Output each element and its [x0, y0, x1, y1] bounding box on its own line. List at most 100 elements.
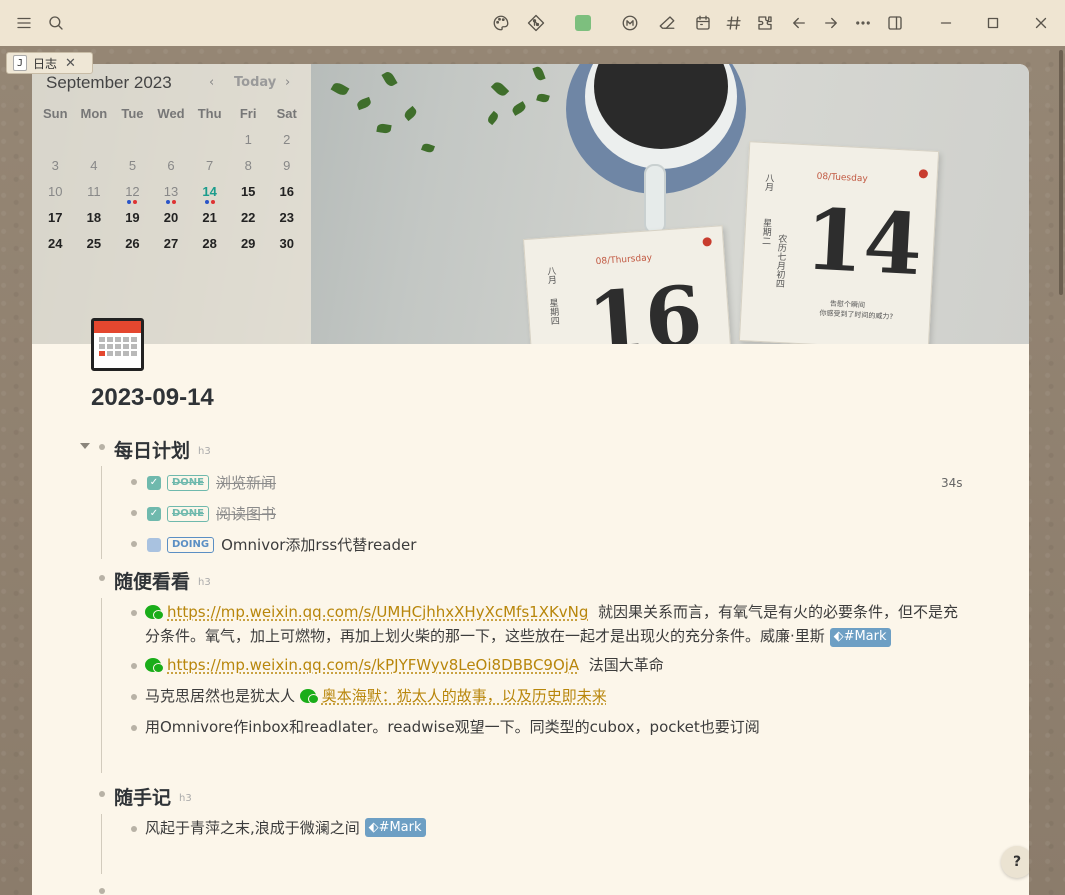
calendar-day-today[interactable]: 14	[190, 180, 229, 208]
calendar-day[interactable]: 12	[113, 182, 152, 208]
menu-icon[interactable]	[12, 11, 36, 35]
minimize-icon[interactable]	[934, 11, 958, 35]
calendar-weekday-row: Sun Mon Tue Wed Thu Fri Sat	[36, 104, 306, 130]
calendar-day[interactable]: 24	[36, 234, 75, 260]
eraser-icon[interactable]	[655, 11, 679, 35]
block-bullet[interactable]	[131, 725, 137, 731]
list-item[interactable]: 风起于青萍之末,浪成于微澜之间 ⬖ #Mark	[145, 817, 426, 838]
heading-browse[interactable]: 随便看看 h3	[114, 567, 211, 594]
markdown-icon[interactable]	[618, 11, 642, 35]
palette-icon[interactable]	[489, 11, 513, 35]
item-text: 马克思居然也是犹太人	[145, 687, 296, 705]
close-window-icon[interactable]	[1029, 11, 1053, 35]
page-title[interactable]: 2023-09-14	[91, 384, 214, 412]
git-icon[interactable]	[524, 11, 548, 35]
more-icon[interactable]	[851, 11, 875, 35]
heading-daily-plan[interactable]: 每日计划 h3	[114, 436, 211, 463]
calendar-icon[interactable]	[691, 11, 715, 35]
calendar-day[interactable]: 18	[75, 208, 114, 234]
list-item[interactable]: 用Omnivore作inbox和readlater。readwise观望一下。同…	[145, 716, 760, 737]
task-item[interactable]: DONE 阅读图书	[147, 503, 276, 524]
calendar-day[interactable]: 11	[75, 182, 114, 208]
checkbox-checked[interactable]	[147, 475, 161, 490]
article-link[interactable]: https://mp.weixin.qq.com/s/kPJYFWyv8LeOi…	[167, 656, 579, 674]
block-bullet[interactable]	[131, 663, 137, 669]
collapse-caret-icon[interactable]	[80, 443, 90, 449]
checkbox-unchecked[interactable]	[147, 537, 161, 552]
calendar-day[interactable]: 17	[36, 208, 75, 234]
block-bullet[interactable]	[99, 444, 105, 450]
weekday-label: Tue	[121, 106, 144, 121]
calendar-day[interactable]: 20	[152, 208, 191, 234]
calendar-day[interactable]: 30	[267, 234, 306, 260]
block-bullet[interactable]	[99, 575, 105, 581]
calendar-prev-icon[interactable]: ‹	[209, 75, 214, 90]
calendar-day[interactable]: 13	[152, 182, 191, 208]
task-item[interactable]: DONE 浏览新闻	[147, 472, 276, 493]
calendar-day[interactable]: 19	[113, 208, 152, 234]
window-scrollbar[interactable]	[1059, 50, 1063, 295]
item-text: 用Omnivore作inbox和readlater。readwise观望一下。同…	[145, 718, 760, 736]
calendar-day[interactable]: 22	[229, 208, 268, 234]
back-arrow-icon[interactable]	[787, 11, 811, 35]
task-text: Omnivor添加rss代替reader	[221, 536, 417, 554]
calendar-day[interactable]: 21	[190, 208, 229, 234]
calendar-today-button[interactable]: Today	[234, 75, 276, 90]
calendar-day[interactable]: 7	[190, 156, 229, 182]
block-bullet[interactable]	[131, 610, 137, 616]
calendar-day[interactable]: 2	[267, 130, 306, 156]
calendar-empty-cell	[36, 130, 75, 156]
calendar-day[interactable]: 16	[267, 182, 306, 208]
heading-level-tag: h3	[198, 446, 211, 457]
search-icon[interactable]	[44, 11, 68, 35]
list-item[interactable]: https://mp.weixin.qq.com/s/UMHCjhhxXHyXc…	[145, 600, 965, 648]
calendar-day[interactable]: 29	[229, 234, 268, 260]
article-link[interactable]: https://mp.weixin.qq.com/s/UMHCjhhxXHyXc…	[167, 603, 588, 621]
article-link[interactable]: 奥本海默：犹太人的故事，以及历史即未来	[322, 685, 607, 706]
calendar-day[interactable]: 5	[113, 156, 152, 182]
block-bullet[interactable]	[131, 694, 137, 700]
block-bullet[interactable]	[99, 888, 105, 894]
calendar-day[interactable]: 25	[75, 234, 114, 260]
calendar-day[interactable]: 4	[75, 156, 114, 182]
block-bullet[interactable]	[131, 541, 137, 547]
status-badge[interactable]: DONE	[167, 474, 210, 491]
list-item[interactable]: https://mp.weixin.qq.com/s/kPJYFWyv8LeOi…	[145, 654, 664, 675]
calendar-day[interactable]: 27	[152, 234, 191, 260]
block-bullet[interactable]	[131, 826, 137, 832]
maximize-icon[interactable]	[981, 11, 1005, 35]
status-badge[interactable]: DONE	[167, 505, 210, 522]
calendar-day[interactable]: 10	[36, 182, 75, 208]
status-badge[interactable]: DOING	[167, 536, 215, 553]
mark-tag[interactable]: ⬖ #Mark	[364, 818, 426, 837]
list-item[interactable]: 马克思居然也是犹太人 奥本海默：犹太人的故事，以及历史即未来	[145, 685, 607, 706]
calendar-page-icon	[91, 318, 144, 371]
task-item[interactable]: DOING Omnivor添加rss代替reader	[147, 534, 416, 555]
block-bullet[interactable]	[99, 791, 105, 797]
tab-close-icon[interactable]: ✕	[65, 56, 76, 71]
block-bullet[interactable]	[131, 479, 137, 485]
help-button[interactable]: ?	[1001, 846, 1029, 878]
calendar-day[interactable]: 15	[229, 182, 268, 208]
calendar-day[interactable]: 23	[267, 208, 306, 234]
calendar-day[interactable]: 28	[190, 234, 229, 260]
block-bullet[interactable]	[131, 510, 137, 516]
calendar-day[interactable]: 3	[36, 156, 75, 182]
sync-status-icon[interactable]	[571, 11, 595, 35]
forward-arrow-icon[interactable]	[819, 11, 843, 35]
calendar-day[interactable]: 6	[152, 156, 191, 182]
heading-notes[interactable]: 随手记 h3	[114, 783, 192, 810]
calendar-day[interactable]: 26	[113, 234, 152, 260]
calendar-week-row: 3456789	[36, 156, 306, 182]
hashtag-icon[interactable]	[722, 11, 746, 35]
calendar-empty-cell	[190, 130, 229, 156]
calendar-day[interactable]: 8	[229, 156, 268, 182]
checkbox-checked[interactable]	[147, 506, 161, 521]
tab-journal[interactable]: J 日志 ✕	[6, 52, 93, 74]
calendar-day[interactable]: 9	[267, 156, 306, 182]
mark-tag[interactable]: ⬖ #Mark	[829, 627, 891, 647]
plugin-icon[interactable]	[753, 11, 777, 35]
sidebar-toggle-icon[interactable]	[883, 11, 907, 35]
calendar-day[interactable]: 1	[229, 130, 268, 156]
calendar-next-icon[interactable]: ›	[285, 75, 290, 90]
